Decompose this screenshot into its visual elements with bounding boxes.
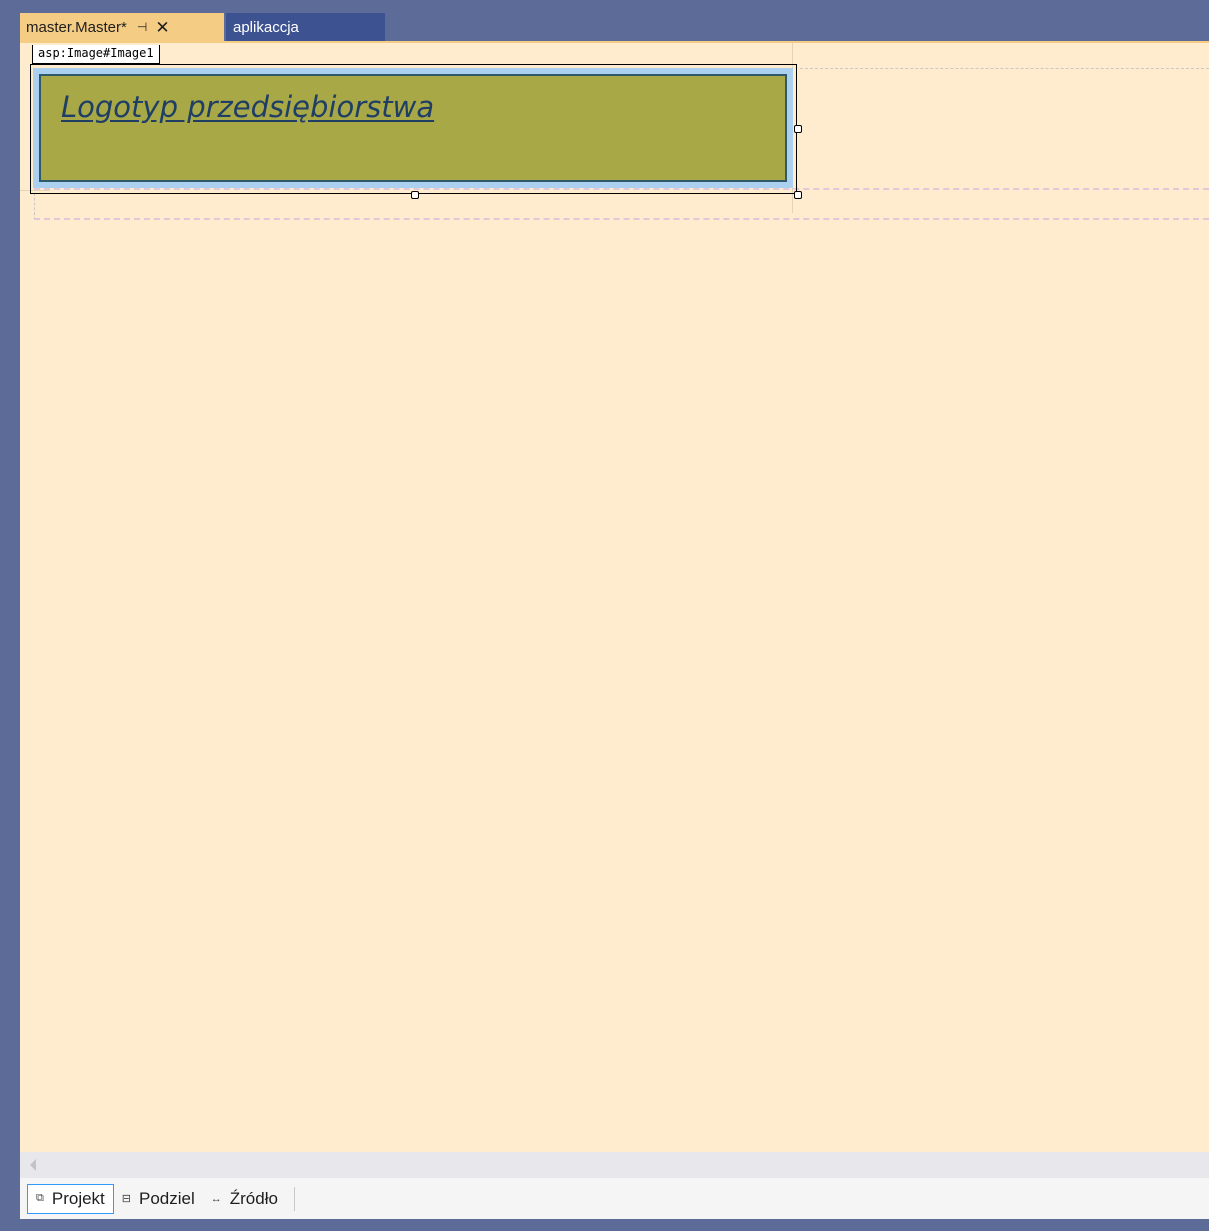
document-tab-bar: master.Master* ⊣ ✕ aplikaccja: [20, 11, 1209, 43]
pin-icon[interactable]: ⊣: [137, 20, 147, 34]
podziel-view-button[interactable]: ⊟ Podziel: [114, 1184, 203, 1214]
image-selection-box[interactable]: Logotyp przedsiębiorstwa: [30, 64, 802, 199]
status-strip: [20, 1219, 1209, 1231]
tab-master-master[interactable]: master.Master* ⊣ ✕: [20, 13, 224, 41]
split-view-icon: ⊟: [121, 1193, 131, 1205]
tab-aplikaccja[interactable]: aplikaccja: [226, 13, 385, 41]
tab-title: aplikaccja: [233, 18, 299, 36]
selected-element-tag: asp:Image#Image1: [32, 45, 160, 64]
view-label: Podziel: [139, 1188, 195, 1208]
design-view-icon: ⧉: [36, 1192, 44, 1204]
zrodlo-view-button[interactable]: ↔ Źródło: [203, 1184, 286, 1214]
image-frame: Logotyp przedsiębiorstwa: [33, 68, 793, 188]
view-label: Projekt: [51, 1188, 105, 1208]
divider: [293, 1186, 295, 1211]
scroll-left-icon[interactable]: [30, 1159, 36, 1171]
horizontal-scrollbar[interactable]: [20, 1152, 1209, 1178]
view-label: Źródło: [229, 1188, 278, 1208]
resize-handle-right[interactable]: [794, 125, 802, 133]
logo-image[interactable]: Logotyp przedsiębiorstwa: [39, 74, 787, 182]
source-view-icon: ↔: [210, 1192, 222, 1205]
view-switcher: ⧉ Projekt ⊟ Podziel ↔ Źródło: [20, 1178, 1209, 1219]
layout-guide: [800, 68, 1209, 69]
resize-handle-bottom-right[interactable]: [794, 191, 802, 199]
logo-text: Logotyp przedsiębiorstwa: [61, 90, 435, 124]
projekt-view-button[interactable]: ⧉ Projekt: [27, 1183, 114, 1214]
design-surface[interactable]: asp:Image#Image1 Logotyp przedsiębiorstw…: [20, 43, 1209, 1152]
close-icon[interactable]: ✕: [155, 19, 169, 36]
resize-handle-bottom[interactable]: [411, 191, 419, 199]
tab-title: master.Master*: [26, 18, 127, 36]
